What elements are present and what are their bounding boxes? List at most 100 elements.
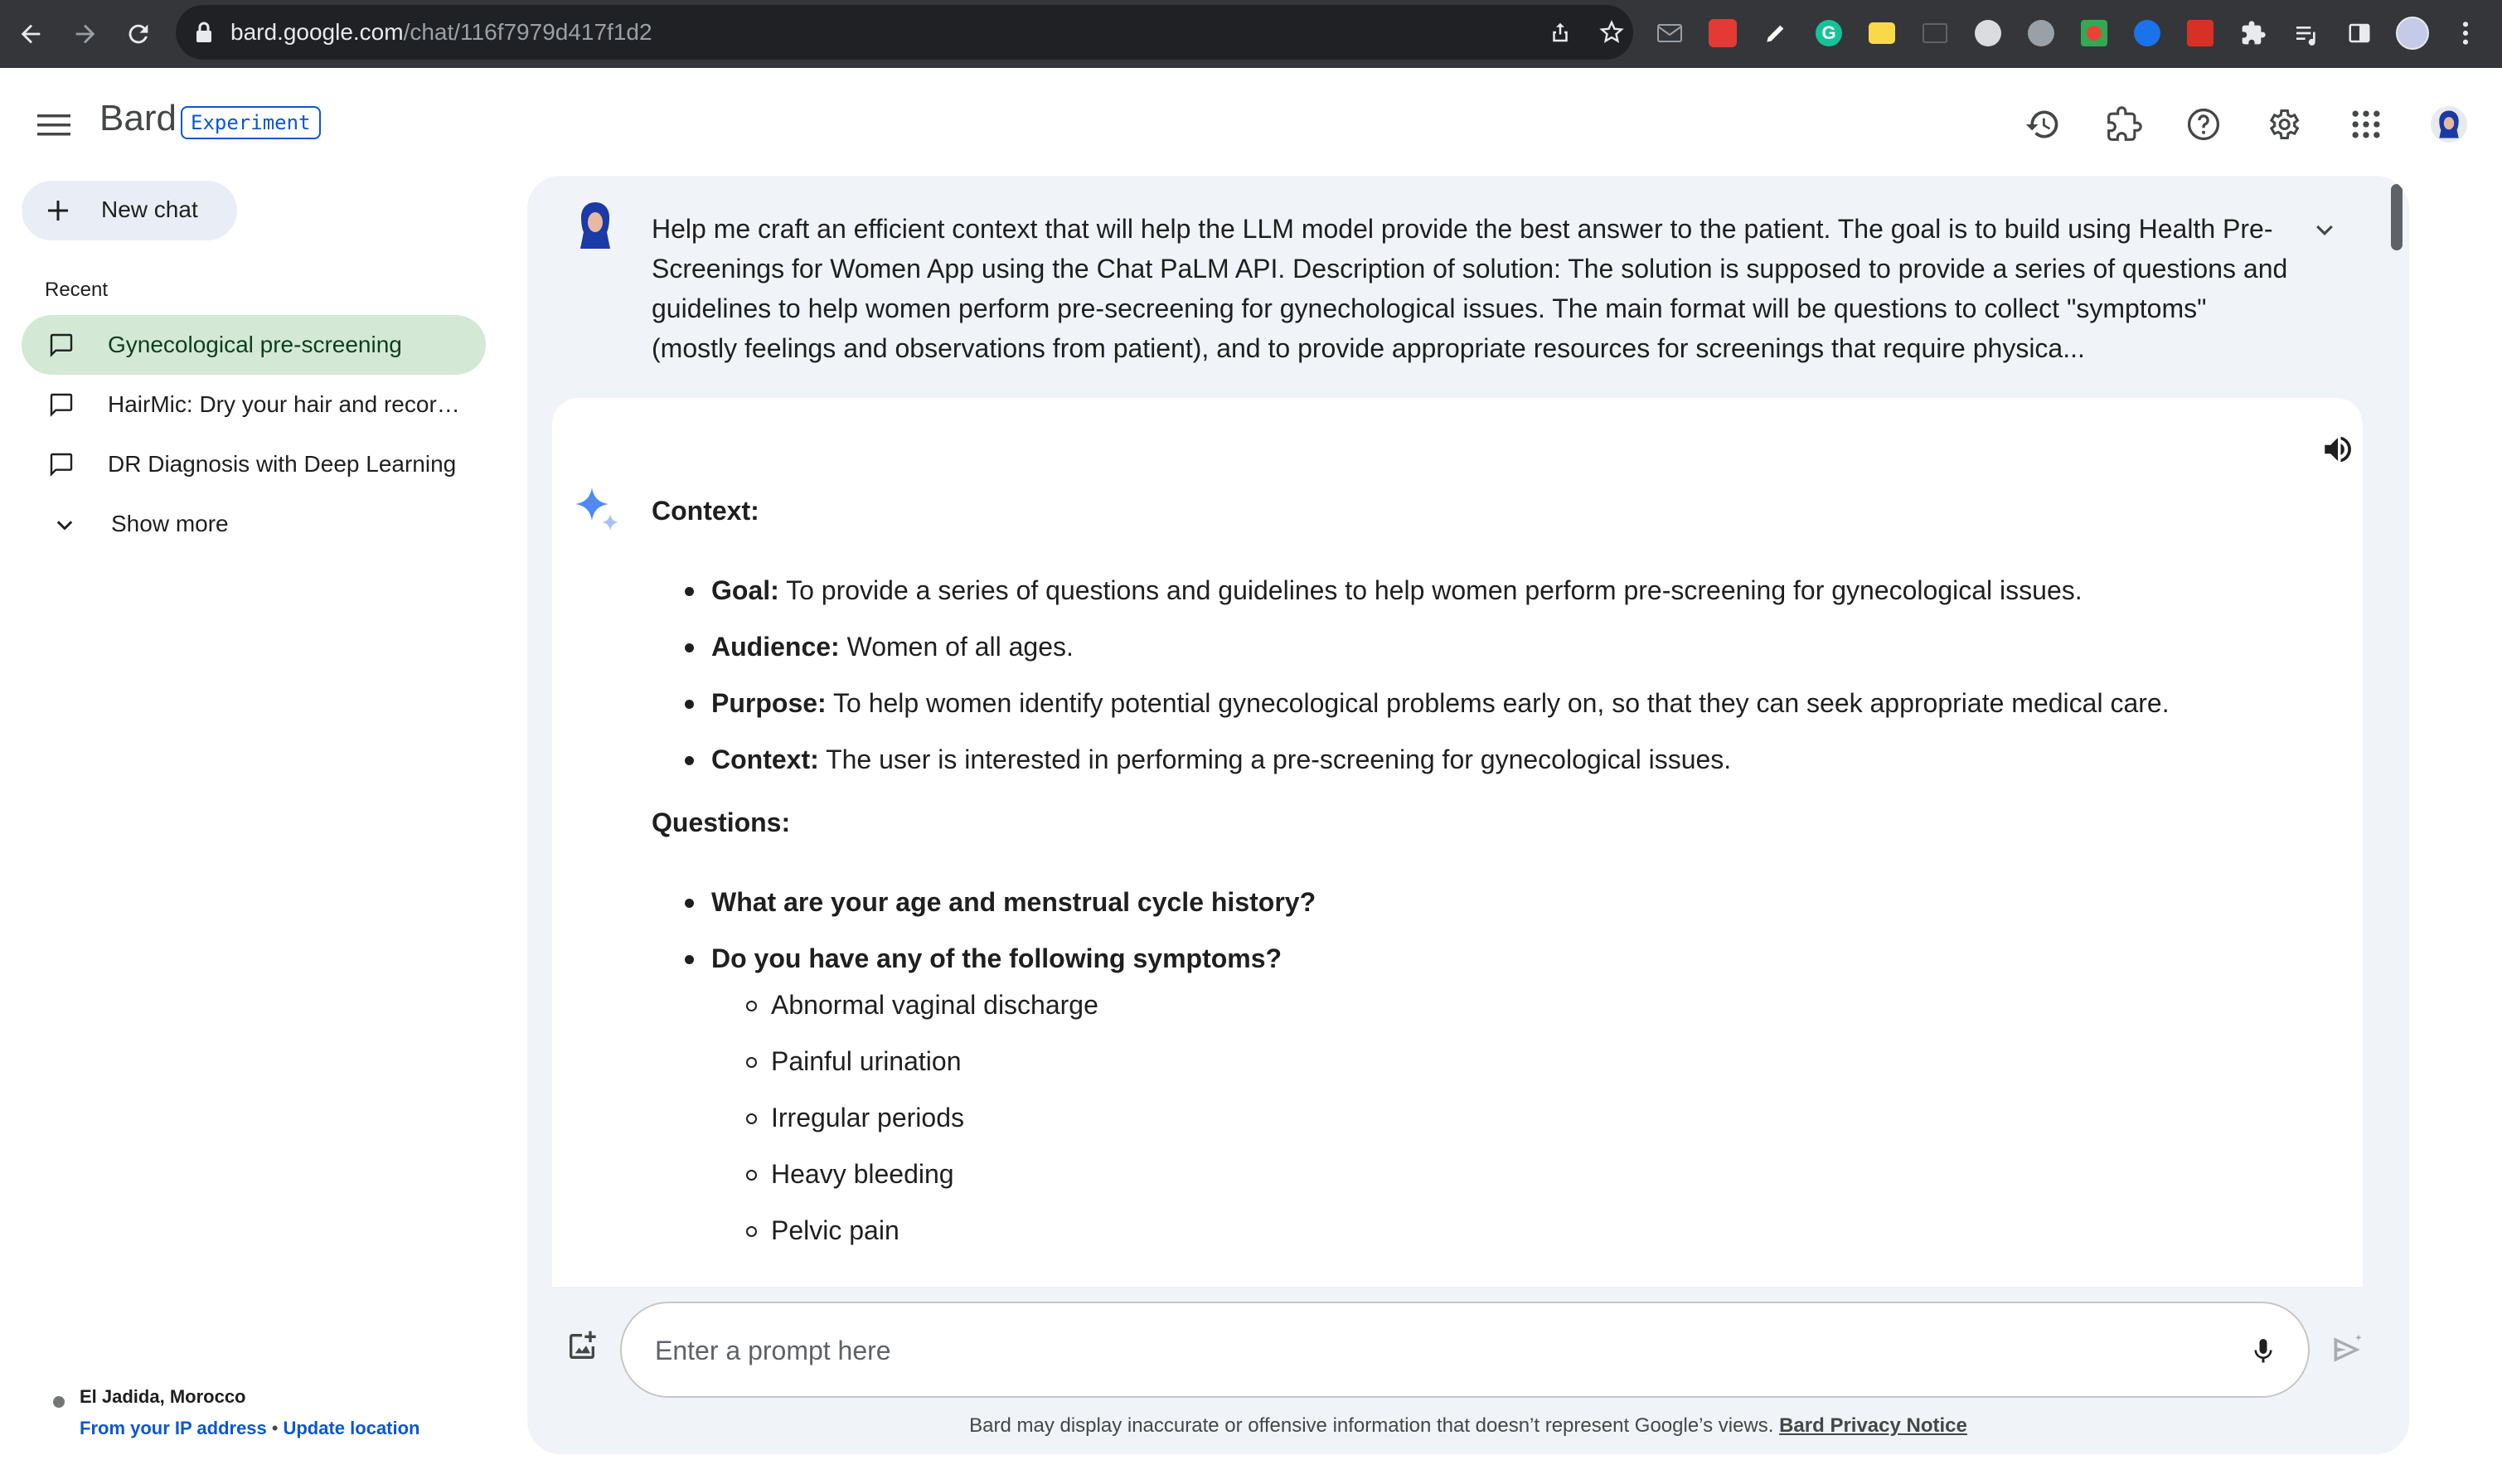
apps-grid-button[interactable] xyxy=(2343,101,2389,148)
recent-chat-label: HairMic: Dry your hair and record audio xyxy=(108,391,473,417)
chat-bubble-icon xyxy=(50,453,73,477)
list-item: Purpose: To help women identify potentia… xyxy=(685,683,2293,723)
browser-toolbar: bard.google.com/chat/116f7979d417f1d2 G xyxy=(0,0,2502,68)
list-item-key: Purpose: xyxy=(711,688,827,718)
list-item: Audience: Women of all ages. xyxy=(685,627,2293,667)
send-icon xyxy=(2334,1334,2362,1362)
red-extension-icon[interactable] xyxy=(1706,17,1739,50)
back-arrow-icon xyxy=(21,24,41,44)
kebab-menu-icon[interactable] xyxy=(2449,17,2482,50)
help-icon xyxy=(2187,108,2220,141)
address-bar[interactable]: bard.google.com/chat/116f7979d417f1d2 xyxy=(176,5,1633,60)
microphone-button[interactable] xyxy=(2240,1328,2286,1375)
list-item-key: Goal: xyxy=(711,575,779,605)
chat-bubble-icon xyxy=(50,393,73,417)
plus-icon xyxy=(48,201,68,221)
sidepanel-icon[interactable] xyxy=(2343,17,2376,50)
location-separator: • xyxy=(271,1418,279,1438)
recent-chat-item[interactable]: DR Diagnosis with Deep Learning xyxy=(22,434,486,494)
extensions-icon xyxy=(2107,106,2142,141)
forward-button[interactable] xyxy=(65,13,106,55)
back-button[interactable] xyxy=(10,13,51,55)
gear-extension-icon[interactable] xyxy=(2024,17,2058,50)
list-item: Do you have any of the following symptom… xyxy=(685,938,2293,1250)
question-text: What are your age and menstrual cycle hi… xyxy=(711,887,1316,917)
account-avatar[interactable] xyxy=(2422,98,2475,151)
circle-extension-icon[interactable] xyxy=(1971,17,2005,50)
brand-title[interactable]: Bard xyxy=(99,98,177,139)
prompt-input[interactable] xyxy=(655,1328,2230,1373)
list-item-text: Women of all ages. xyxy=(839,632,1074,662)
location-dot-icon xyxy=(53,1396,65,1408)
chat-bubble-icon xyxy=(50,333,73,357)
questions-list: What are your age and menstrual cycle hi… xyxy=(652,882,2293,1250)
context-heading: Context: xyxy=(652,496,759,526)
recent-chat-item[interactable]: Gynecological pre-screening xyxy=(22,315,486,375)
questions-heading: Questions: xyxy=(652,807,791,837)
context-list: Goal: To provide a series of questions a… xyxy=(652,570,2293,779)
blank-extension-icon[interactable] xyxy=(1918,17,1952,50)
mail-icon[interactable] xyxy=(1653,17,1686,50)
chat-panel: Help me craft an efficient context that … xyxy=(527,176,2409,1454)
ip-address-link[interactable]: From your IP address xyxy=(80,1418,267,1438)
speaker-icon xyxy=(2325,436,2351,463)
chevron-down-icon xyxy=(2316,225,2333,235)
prompt-area: Bard may display inaccurate or offensive… xyxy=(527,1287,2409,1454)
experiment-badge: Experiment xyxy=(181,106,321,139)
list-item-text: To help women identify potential gynecol… xyxy=(826,688,2170,718)
note-extension-icon[interactable] xyxy=(1865,17,1898,50)
disclaimer-text: Bard may display inaccurate or offensive… xyxy=(527,1414,2409,1438)
share-icon[interactable] xyxy=(1545,17,1575,47)
read-aloud-button[interactable] xyxy=(2316,428,2359,471)
recent-chat-label: DR Diagnosis with Deep Learning xyxy=(108,451,457,477)
history-button[interactable] xyxy=(2020,101,2066,148)
update-location-link[interactable]: Update location xyxy=(283,1418,419,1438)
settings-button[interactable] xyxy=(2260,101,2306,148)
response-card: Context: Goal: To provide a series of qu… xyxy=(552,398,2363,1443)
user-prompt-text: Help me craft an efficient context that … xyxy=(652,214,2288,363)
settings-icon xyxy=(2269,109,2300,140)
recent-chat-label: Gynecological pre-screening xyxy=(108,332,402,357)
microphone-icon xyxy=(2254,1339,2272,1363)
prompt-box xyxy=(620,1302,2310,1398)
pen-extension-icon[interactable] xyxy=(1759,17,1792,50)
symptoms-list: Abnormal vaginal discharge Painful urina… xyxy=(711,985,2293,1250)
list-item-key: Audience: xyxy=(711,632,840,662)
blue-extension-icon[interactable] xyxy=(2131,17,2164,50)
profile-avatar-icon[interactable] xyxy=(2396,17,2429,50)
list-item: Context: The user is interested in perfo… xyxy=(685,740,2293,779)
send-button[interactable] xyxy=(2326,1328,2369,1371)
new-chat-label: New chat xyxy=(101,196,198,222)
account-avatar-icon xyxy=(2431,106,2467,143)
symptom-item: Painful urination xyxy=(746,1041,2293,1081)
help-button[interactable] xyxy=(2180,101,2227,148)
add-image-icon xyxy=(570,1331,596,1359)
recent-chat-item[interactable]: HairMic: Dry your hair and record audio xyxy=(22,375,486,434)
new-chat-button[interactable]: New chat xyxy=(22,181,237,240)
grammarly-icon[interactable]: G xyxy=(1812,17,1845,50)
list-item: What are your age and menstrual cycle hi… xyxy=(685,882,2293,922)
expand-prompt-button[interactable] xyxy=(2306,212,2343,249)
puzzle-icon[interactable] xyxy=(2237,17,2270,50)
video-extension-icon[interactable] xyxy=(2078,17,2111,50)
history-icon xyxy=(2025,110,2058,138)
star-icon[interactable] xyxy=(1597,17,1627,47)
response-body: Context: Goal: To provide a series of qu… xyxy=(652,491,2293,1267)
symptom-item: Irregular periods xyxy=(746,1098,2293,1137)
list-item-key: Context: xyxy=(711,744,819,774)
chevron-down-icon xyxy=(56,521,73,531)
list-item-text: To provide a series of questions and gui… xyxy=(778,575,2083,605)
location-place: El Jadida, Morocco xyxy=(80,1386,246,1407)
red-m-extension-icon[interactable] xyxy=(2184,17,2217,50)
reload-button[interactable] xyxy=(118,13,159,55)
image-upload-button[interactable] xyxy=(560,1325,604,1368)
symptom-item: Pelvic pain xyxy=(746,1210,2293,1250)
hamburger-menu-button[interactable] xyxy=(33,104,75,146)
scrollbar-thumb[interactable] xyxy=(2391,184,2403,250)
show-more-button[interactable]: Show more xyxy=(22,494,270,554)
show-more-label: Show more xyxy=(111,511,229,536)
question-text: Do you have any of the following symptom… xyxy=(711,943,1283,973)
extensions-button[interactable] xyxy=(2101,101,2147,148)
privacy-notice-link[interactable]: Bard Privacy Notice xyxy=(1779,1414,1967,1437)
media-queue-icon[interactable] xyxy=(2290,17,2323,50)
